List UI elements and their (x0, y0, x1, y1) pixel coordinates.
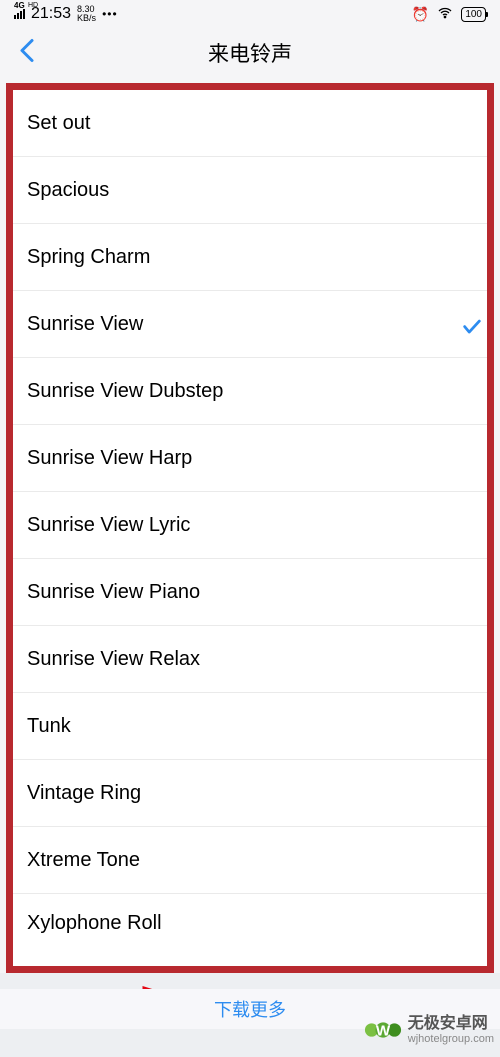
list-item[interactable]: Spacious (13, 157, 487, 224)
list-item[interactable]: Sunrise View Piano (13, 559, 487, 626)
list-item[interactable]: Vintage Ring (13, 760, 487, 827)
watermark: W 无极安卓网 wjhotelgroup.com (364, 1011, 494, 1049)
ringtone-label: Sunrise View Relax (27, 648, 200, 671)
list-item[interactable]: Sunrise View Lyric (13, 492, 487, 559)
network-speed: 8.30 KB/s (77, 5, 96, 23)
watermark-logo-icon: W (364, 1011, 402, 1049)
ringtone-label: Vintage Ring (27, 782, 141, 805)
status-left: 4G HD 21:53 8.30 KB/s ••• (14, 5, 118, 23)
ringtone-label: Sunrise View Lyric (27, 514, 190, 537)
check-icon (461, 316, 483, 344)
ringtone-label: Set out (27, 112, 90, 135)
ringtone-label: Sunrise View Piano (27, 581, 200, 604)
battery-indicator: 100 (461, 7, 486, 22)
footer-area: 下载更多 W 无极安卓网 wjhotelgroup.com (0, 973, 500, 1057)
page-header: 来电铃声 (0, 28, 500, 78)
network-type: 4G (14, 1, 25, 10)
ringtone-label: Tunk (27, 715, 71, 738)
more-dots-icon: ••• (102, 7, 118, 21)
ringtone-label: Spacious (27, 179, 109, 202)
watermark-url: wjhotelgroup.com (408, 1033, 494, 1045)
ringtone-label: Xylophone Roll (27, 912, 162, 935)
signal-icon: 4G HD (14, 9, 25, 19)
ringtone-list[interactable]: Set out Spacious Spring Charm Sunrise View S… (13, 90, 487, 950)
ringtone-label: Xtreme Tone (27, 849, 140, 872)
list-item[interactable]: Tunk (13, 693, 487, 760)
page-title: 来电铃声 (0, 38, 500, 68)
wifi-icon (437, 5, 453, 24)
ringtone-label: Spring Charm (27, 246, 150, 269)
list-item[interactable]: Set out (13, 90, 487, 157)
list-item[interactable]: Sunrise View Relax (13, 626, 487, 693)
hd-indicator: HD (28, 2, 38, 9)
ringtone-list-highlight: Set out Spacious Spring Charm Sunrise View S… (6, 83, 494, 973)
list-item[interactable]: Xtreme Tone (13, 827, 487, 894)
list-item[interactable]: Sunrise View Harp (13, 425, 487, 492)
list-item[interactable]: Spring Charm (13, 224, 487, 291)
back-button[interactable] (18, 37, 36, 70)
status-right: ⏰ 100 (412, 5, 486, 24)
svg-text:W: W (376, 1023, 391, 1040)
ringtone-label: Sunrise View Harp (27, 447, 192, 470)
ringtone-label: Sunrise View (27, 313, 143, 336)
alarm-icon: ⏰ (412, 6, 429, 23)
list-item[interactable]: Sunrise View Dubstep (13, 358, 487, 425)
watermark-title: 无极安卓网 (408, 1015, 494, 1033)
list-item[interactable]: Xylophone Roll (13, 894, 487, 950)
ringtone-label: Sunrise View Dubstep (27, 380, 223, 403)
list-item[interactable]: Sunrise View (13, 291, 487, 358)
download-more-label: 下载更多 (214, 996, 286, 1022)
status-bar: 4G HD 21:53 8.30 KB/s ••• ⏰ 100 (0, 0, 500, 28)
